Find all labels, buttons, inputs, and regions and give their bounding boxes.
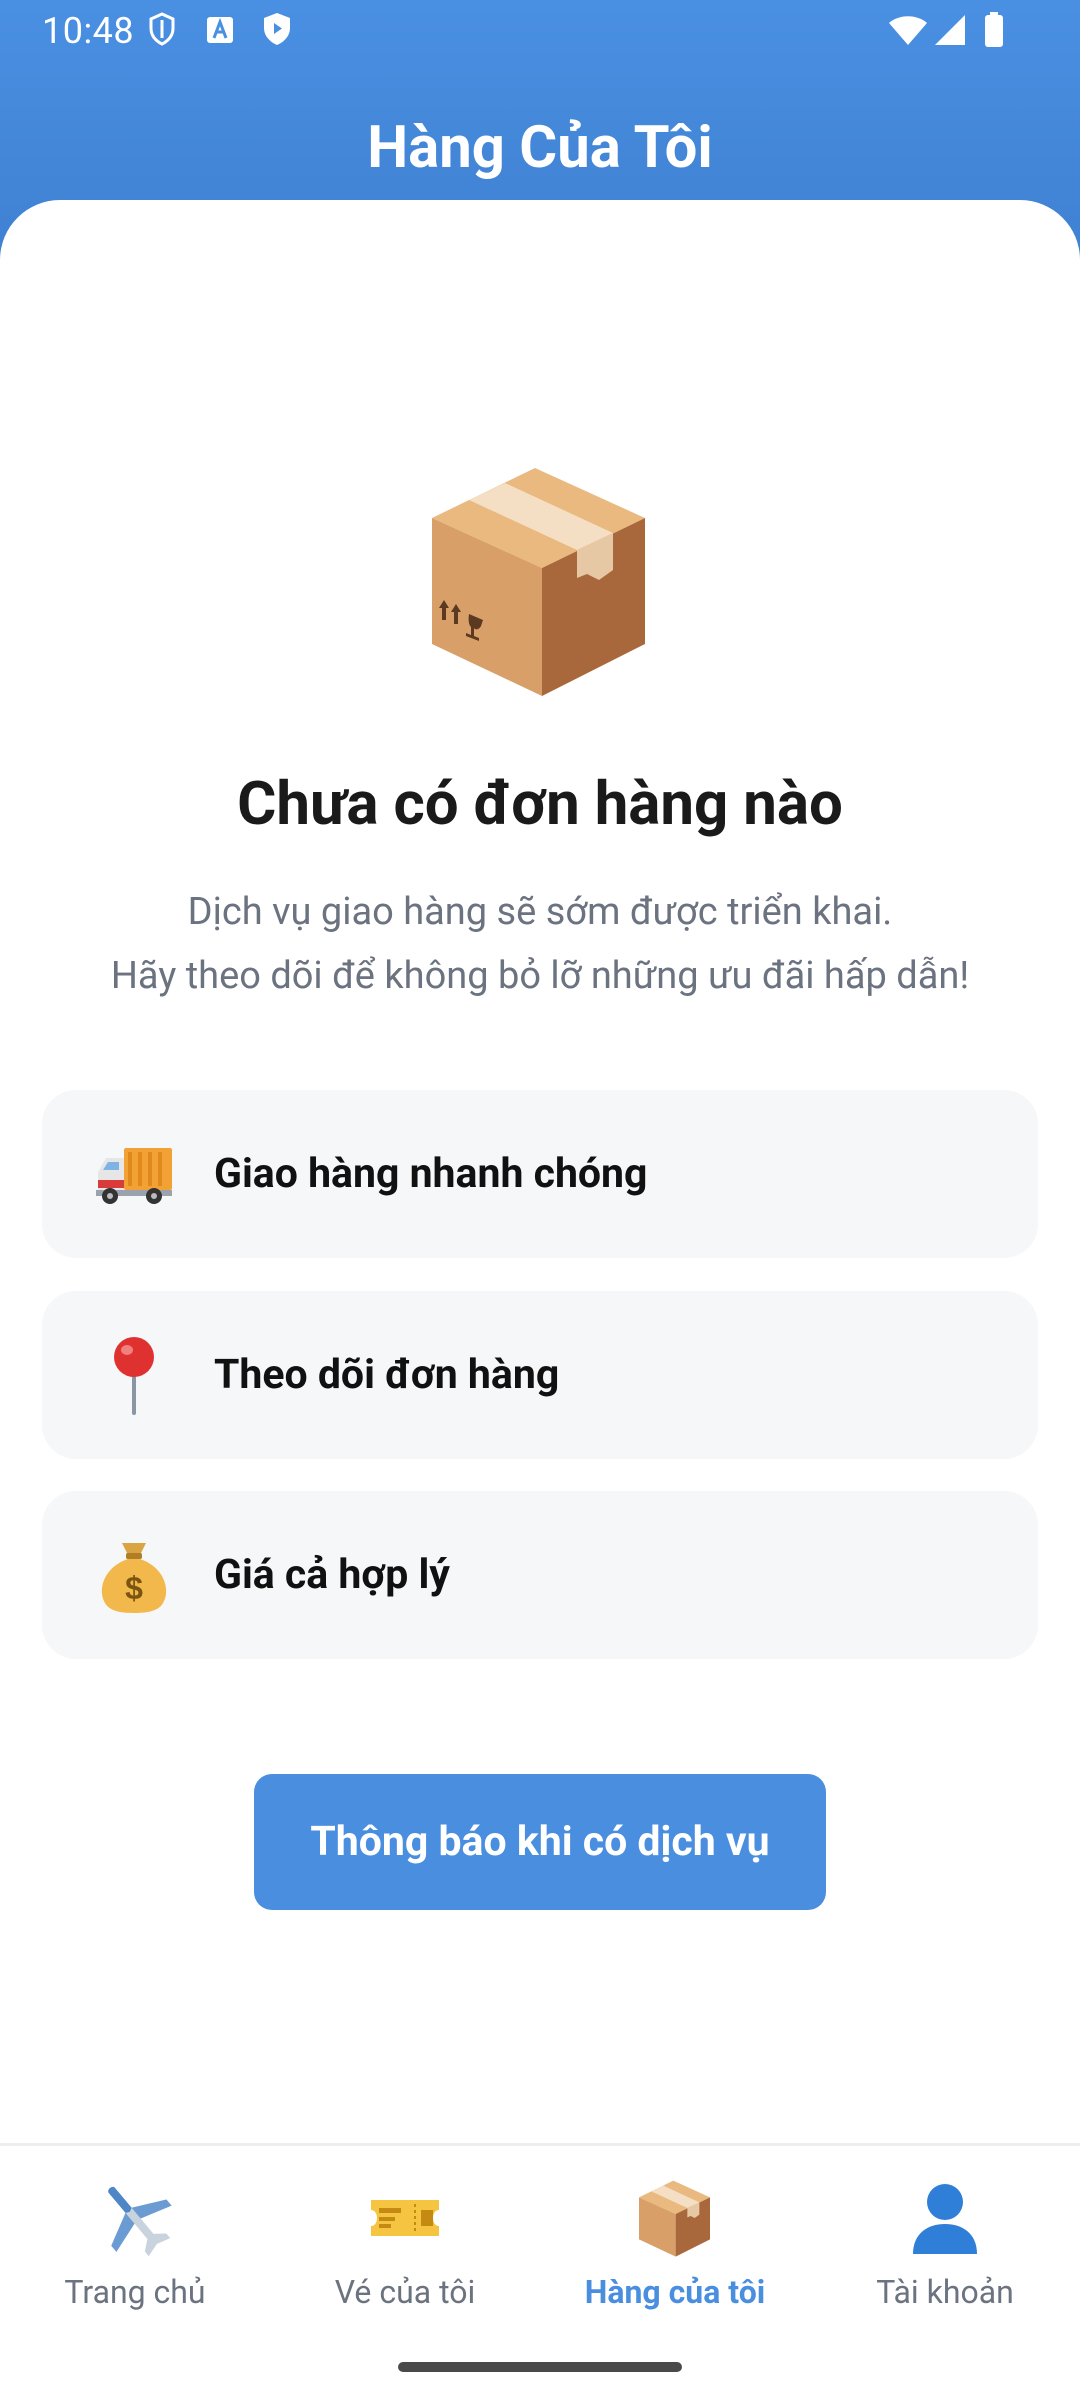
nav-label: Trang chủ [64,2273,206,2311]
cellular-signal-icon [935,15,965,45]
shield-play-icon [264,13,290,45]
feature-label: Giao hàng nhanh chóng [214,1150,648,1198]
feature-card-fast-delivery: Giao hàng nhanh chóng [42,1090,1038,1258]
empty-state-description-line2: Hãy theo dõi để không bỏ lỡ những ưu đãi… [110,954,970,998]
nav-label: Vé của tôi [334,2273,476,2311]
page-title: Hàng Của Tôi [367,114,713,182]
airplane-icon [108,2186,172,2257]
nav-label: Tài khoản [876,2273,1014,2311]
battery-icon [985,12,1003,47]
package-box-icon [432,468,645,696]
wifi-icon [889,16,927,45]
feature-card-order-tracking: Theo dõi đơn hàng [42,1291,1038,1459]
nav-item-my-packages[interactable]: Hàng của tôi [540,2178,810,2328]
screen: 10:48 Hàng Của Tôi Chưa có đơn hàng nào … [0,0,1080,2400]
nav-item-home[interactable]: Trang chủ [0,2178,270,2328]
shield-outline-icon [149,12,175,46]
feature-card-reasonable-price: $ Giá cả hợp lý [42,1491,1038,1659]
feature-label: Theo dõi đơn hàng [214,1351,560,1399]
feature-label: Giá cả hợp lý [214,1551,450,1599]
text-a-icon [207,17,233,43]
money-bag-icon: $ [101,1543,167,1613]
home-indicator[interactable] [398,2362,682,2372]
status-bar: 10:48 [0,0,1080,62]
nav-item-account[interactable]: Tài khoản [810,2178,1080,2328]
nav-item-my-tickets[interactable]: Vé của tôi [270,2178,540,2328]
nav-label: Hàng của tôi [584,2273,766,2311]
delivery-truck-icon [96,1148,172,1204]
user-icon [913,2184,977,2254]
status-time: 10:48 [42,10,135,52]
ticket-icon [371,2200,439,2236]
svg-text:$: $ [125,1570,143,1606]
location-pin-icon [114,1337,154,1415]
empty-state-title: Chưa có đơn hàng nào [237,768,843,839]
notify-when-available-button[interactable]: Thông báo khi có dịch vụ [254,1774,826,1910]
package-icon [639,2180,710,2257]
empty-state-description: Dịch vụ giao hàng sẽ sớm được triển khai… [0,880,1080,1008]
empty-state-description-line1: Dịch vụ giao hàng sẽ sớm được triển khai… [187,890,893,934]
